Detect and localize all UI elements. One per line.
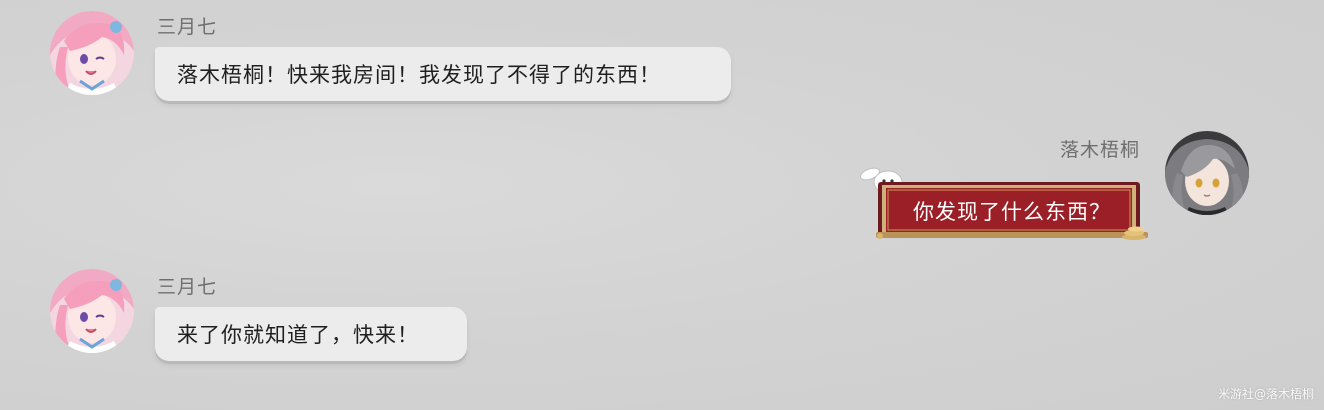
message-text: 来了你就知道了，快来！ <box>177 323 419 347</box>
watermark: 米游社@落木梧桐 <box>1217 387 1314 401</box>
message-bubble-fancy[interactable]: 你发现了什么东西？ <box>876 180 1148 240</box>
march7-avatar-icon <box>50 11 134 95</box>
avatar-stelle[interactable] <box>1165 131 1249 215</box>
chat-log: 三月七 落木梧桐！快来我房间！我发现了不得了的东西！ 落木梧桐 你发现了什么东西… <box>0 0 1324 410</box>
sender-name: 三月七 <box>157 16 218 38</box>
stelle-avatar-icon <box>1165 131 1249 215</box>
message-text: 你发现了什么东西？ <box>913 200 1111 224</box>
avatar-march7[interactable] <box>50 269 134 353</box>
march7-avatar-icon <box>50 269 134 353</box>
sender-name: 三月七 <box>157 276 218 298</box>
sender-name: 落木梧桐 <box>1060 139 1141 161</box>
message-bubble[interactable]: 来了你就知道了，快来！ <box>155 307 467 361</box>
message-text: 落木梧桐！快来我房间！我发现了不得了的东西！ <box>177 63 661 87</box>
avatar-march7[interactable] <box>50 11 134 95</box>
message-bubble[interactable]: 落木梧桐！快来我房间！我发现了不得了的东西！ <box>155 47 731 101</box>
